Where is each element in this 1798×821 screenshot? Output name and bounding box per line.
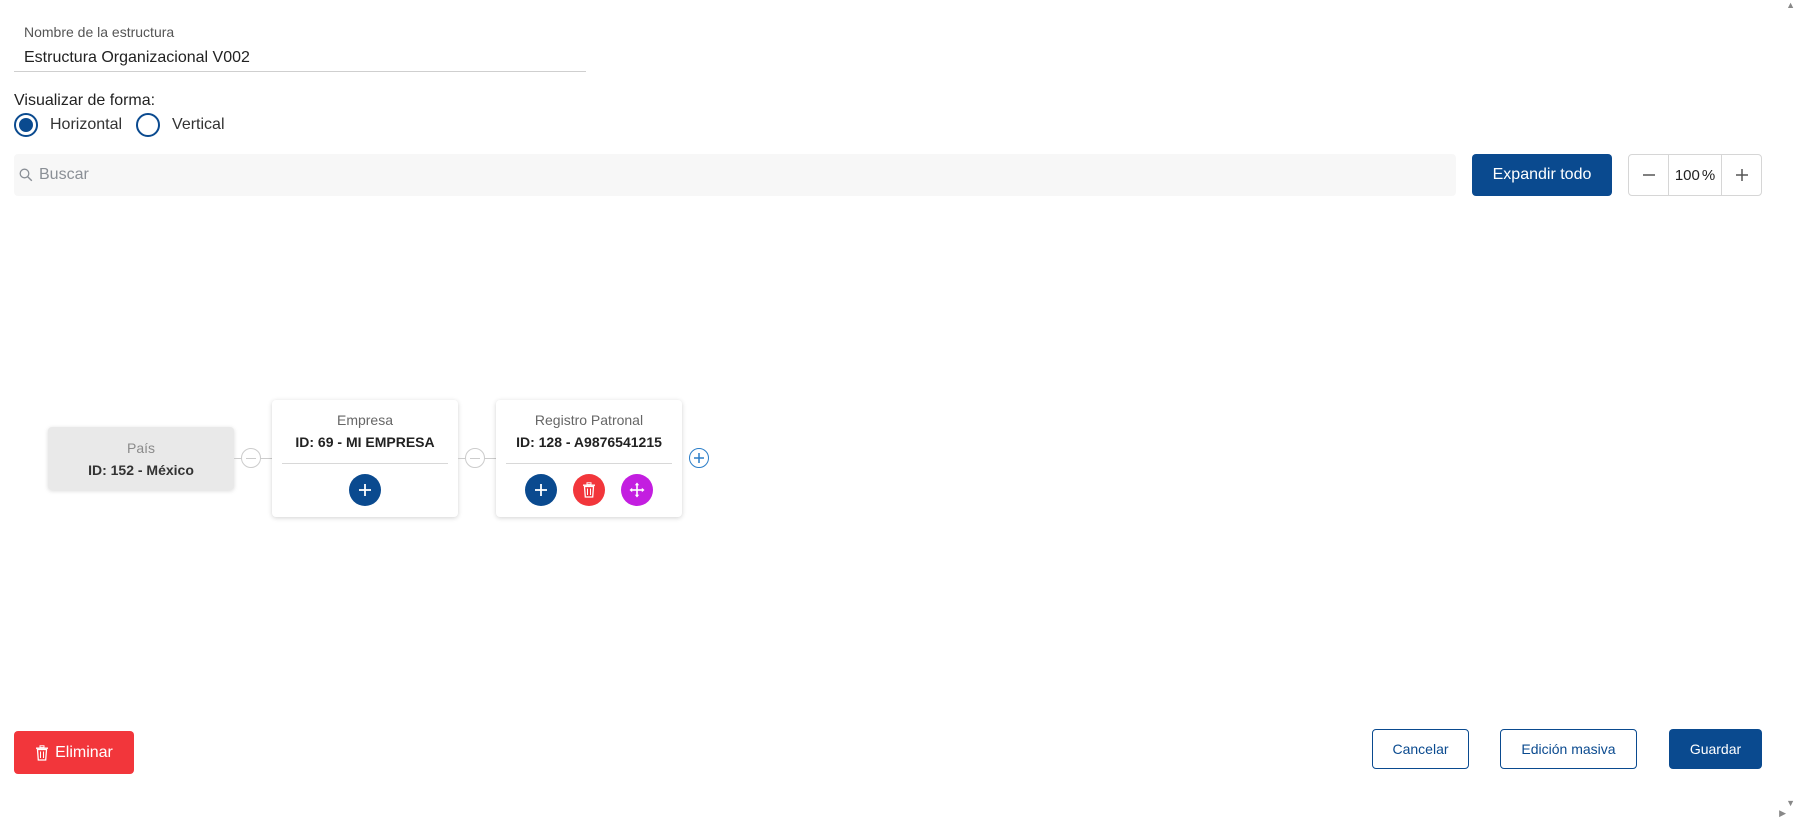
add-child-button[interactable] xyxy=(349,474,381,506)
trash-icon xyxy=(36,744,49,761)
zoom-out-button[interactable] xyxy=(1629,155,1668,195)
node-id: ID: 69 - MI EMPRESA xyxy=(295,434,435,450)
expand-all-button[interactable]: Expandir todo xyxy=(1472,154,1612,196)
trash-icon xyxy=(583,482,595,498)
move-icon xyxy=(629,482,645,498)
zoom-value-field[interactable]: 100% xyxy=(1668,155,1722,195)
collapse-toggle-empresa[interactable] xyxy=(465,448,485,468)
delete-button-label: Eliminar xyxy=(55,743,113,761)
zoom-control: 100% xyxy=(1628,154,1762,196)
zoom-unit: % xyxy=(1701,166,1716,184)
radio-vertical-label[interactable]: Vertical xyxy=(172,116,224,134)
cancel-button[interactable]: Cancelar xyxy=(1372,729,1469,769)
scroll-down-arrow[interactable]: ▼ xyxy=(1786,798,1795,808)
org-node-empresa[interactable]: Empresa ID: 69 - MI EMPRESA xyxy=(272,400,458,517)
search-icon xyxy=(19,168,33,182)
plus-icon xyxy=(359,484,371,496)
node-id: ID: 128 - A9876541215 xyxy=(516,434,662,450)
plus-icon xyxy=(535,484,547,496)
structure-name-label: Nombre de la estructura xyxy=(24,24,175,40)
node-actions xyxy=(272,474,458,506)
node-title: Empresa xyxy=(336,412,394,428)
add-sibling-toggle[interactable] xyxy=(689,448,709,468)
delete-button[interactable]: Eliminar xyxy=(14,731,134,774)
radio-vertical[interactable] xyxy=(136,113,161,137)
structure-name-underline xyxy=(14,71,586,72)
search-bar xyxy=(14,154,1456,196)
node-title: Registro Patronal xyxy=(534,412,644,428)
zoom-value: 100 xyxy=(1674,166,1700,184)
minus-icon xyxy=(1642,174,1655,176)
radio-horizontal[interactable] xyxy=(14,113,38,137)
add-child-button[interactable] xyxy=(525,474,557,506)
bulk-edit-button[interactable]: Edición masiva xyxy=(1500,729,1637,769)
scroll-right-arrow[interactable]: ▶ xyxy=(1779,808,1786,819)
org-node-pais[interactable]: País ID: 152 - México xyxy=(48,427,234,490)
node-divider xyxy=(282,463,448,464)
plus-icon xyxy=(1735,169,1748,181)
node-id: ID: 152 - México xyxy=(88,462,194,478)
save-button[interactable]: Guardar xyxy=(1669,729,1762,769)
structure-name-input[interactable]: Estructura Organizacional V002 xyxy=(24,49,250,67)
visualize-radio-group: Horizontal Vertical xyxy=(14,112,239,138)
collapse-toggle-pais[interactable] xyxy=(241,448,261,468)
org-node-registro-patronal[interactable]: Registro Patronal ID: 128 - A9876541215 xyxy=(496,400,682,517)
move-node-button[interactable] xyxy=(621,474,653,506)
node-divider xyxy=(506,463,672,464)
node-actions xyxy=(496,474,682,506)
radio-selected-dot xyxy=(19,118,33,132)
search-input[interactable] xyxy=(39,166,1439,184)
radio-horizontal-label[interactable]: Horizontal xyxy=(50,116,122,134)
plus-icon xyxy=(694,453,704,463)
node-title: País xyxy=(126,440,155,456)
delete-node-button[interactable] xyxy=(573,474,605,506)
zoom-in-button[interactable] xyxy=(1722,155,1761,195)
scroll-up-arrow[interactable]: ▲ xyxy=(1786,0,1795,10)
visualize-label: Visualizar de forma: xyxy=(14,92,156,109)
